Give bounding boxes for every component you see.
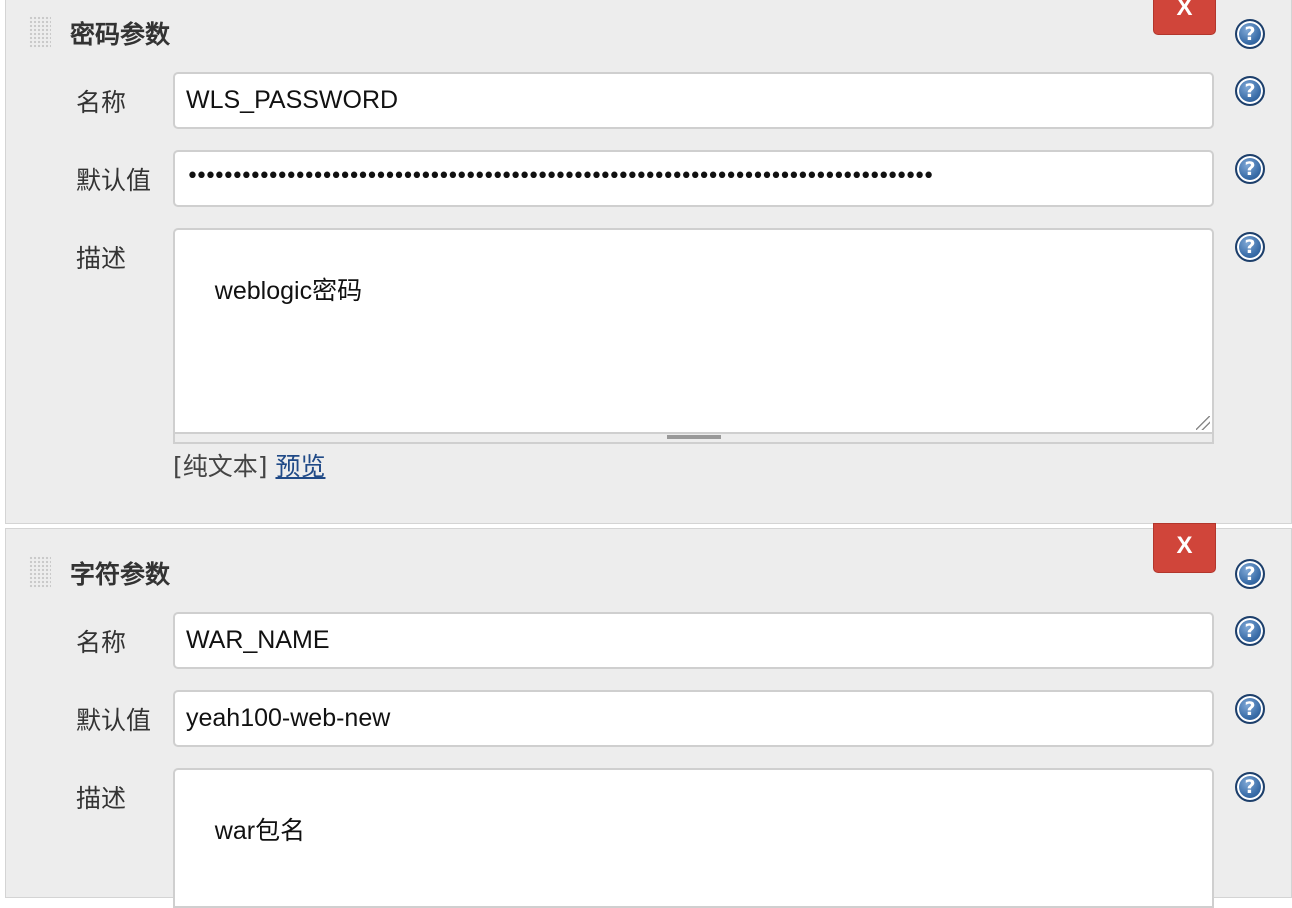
name-label: 名称 — [76, 88, 127, 117]
delete-parameter-button[interactable]: X — [1153, 0, 1216, 35]
name-label: 名称 — [76, 628, 127, 657]
default-value-help-icon[interactable]: ? — [1235, 154, 1265, 184]
drag-handle-icon[interactable] — [29, 16, 51, 48]
name-help-icon[interactable]: ? — [1235, 76, 1265, 106]
resize-grip-icon[interactable] — [1196, 416, 1210, 430]
description-help-icon[interactable]: ? — [1235, 772, 1265, 802]
password-parameter-block: 密码参数 X ? 名称 WLS_PASSWORD ? 默认值 •••••••••… — [5, 0, 1292, 524]
description-textarea[interactable]: war包名 — [173, 768, 1214, 908]
description-label: 描述 — [76, 784, 127, 813]
parameter-type-title: 字符参数 — [70, 560, 171, 589]
format-plain-text: [纯文本] — [173, 452, 268, 481]
string-parameter-block: 字符参数 X ? 名称 WAR_NAME ? 默认值 yeah100-web-n… — [5, 523, 1292, 908]
textarea-resize-bar[interactable] — [173, 434, 1214, 444]
description-label: 描述 — [76, 244, 127, 273]
description-help-icon[interactable]: ? — [1235, 232, 1265, 262]
name-input[interactable]: WLS_PASSWORD — [173, 72, 1214, 129]
markup-format-row: [纯文本] 预览 — [173, 447, 325, 483]
default-value-help-icon[interactable]: ? — [1235, 694, 1265, 724]
delete-parameter-button[interactable]: X — [1153, 523, 1216, 573]
default-value-label: 默认值 — [76, 706, 152, 735]
help-icon[interactable]: ? — [1235, 559, 1265, 589]
name-help-icon[interactable]: ? — [1235, 616, 1265, 646]
grab-lines-icon — [667, 435, 721, 439]
default-value-password-input[interactable]: ••••••••••••••••••••••••••••••••••••••••… — [173, 150, 1214, 207]
drag-handle-icon[interactable] — [29, 556, 51, 588]
help-icon[interactable]: ? — [1235, 19, 1265, 49]
parameter-type-title: 密码参数 — [70, 20, 171, 49]
description-text: war包名 — [214, 817, 306, 845]
default-value-input[interactable]: yeah100-web-new — [173, 690, 1214, 747]
default-value-label: 默认值 — [76, 166, 152, 195]
name-input[interactable]: WAR_NAME — [173, 612, 1214, 669]
preview-link[interactable]: 预览 — [275, 452, 325, 481]
description-text: weblogic密码 — [214, 277, 363, 305]
description-textarea[interactable]: weblogic密码 — [173, 228, 1214, 434]
